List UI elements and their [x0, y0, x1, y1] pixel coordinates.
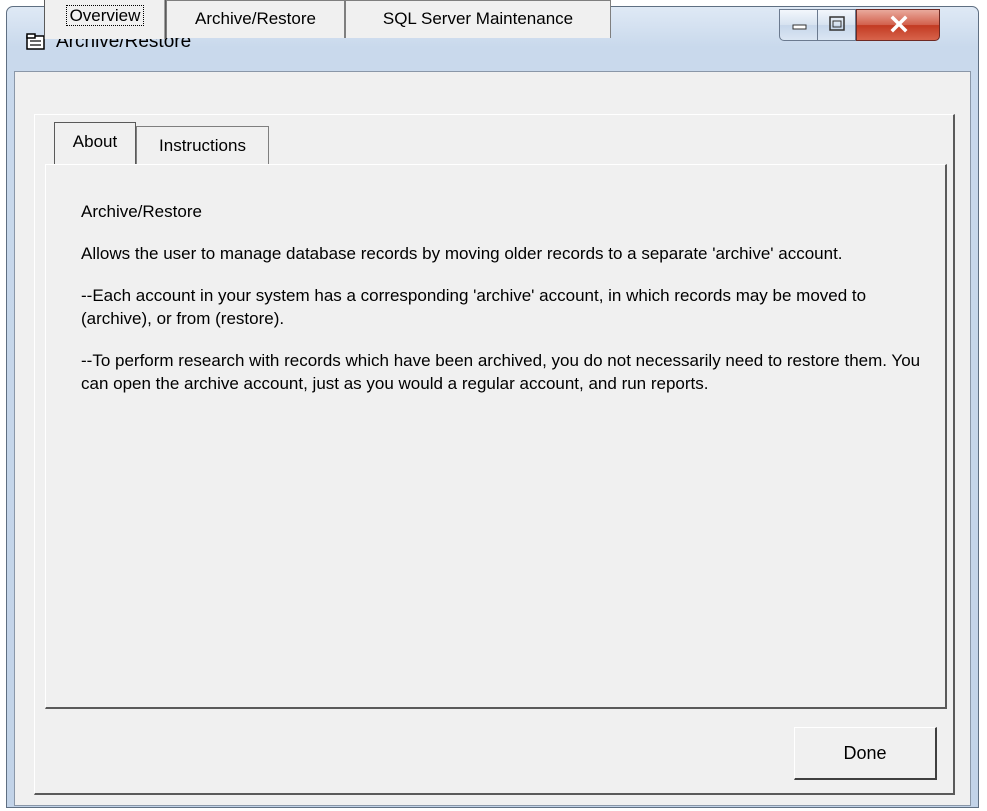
tab-label: Archive/Restore: [195, 9, 316, 28]
tab-archive-restore[interactable]: Archive/Restore: [166, 0, 345, 38]
subtab-instructions[interactable]: Instructions: [136, 126, 269, 164]
minimize-icon: [792, 24, 807, 30]
done-button[interactable]: Done: [794, 727, 937, 780]
maximize-button[interactable]: [818, 9, 856, 41]
about-paragraph: --To perform research with records which…: [81, 351, 921, 393]
close-icon: [890, 15, 908, 33]
subtab-label: About: [72, 132, 118, 151]
about-content: Archive/Restore Allows the user to manag…: [81, 200, 941, 414]
tab-label: SQL Server Maintenance: [382, 9, 574, 28]
tab-label: Overview: [65, 5, 145, 26]
subtab-label: Instructions: [159, 136, 246, 155]
maximize-icon: [829, 16, 845, 31]
subtab-about[interactable]: About: [54, 122, 136, 165]
about-heading: Archive/Restore: [81, 202, 202, 221]
about-paragraph: --Each account in your system has a corr…: [81, 286, 867, 328]
minimize-button[interactable]: [779, 9, 818, 41]
about-paragraph: Allows the user to manage database recor…: [81, 244, 843, 263]
close-button[interactable]: [856, 9, 940, 41]
tab-overview[interactable]: Overview: [44, 0, 166, 39]
tab-sql-server-maintenance[interactable]: SQL Server Maintenance: [345, 0, 611, 38]
about-panel: Archive/Restore Allows the user to manag…: [45, 164, 947, 709]
